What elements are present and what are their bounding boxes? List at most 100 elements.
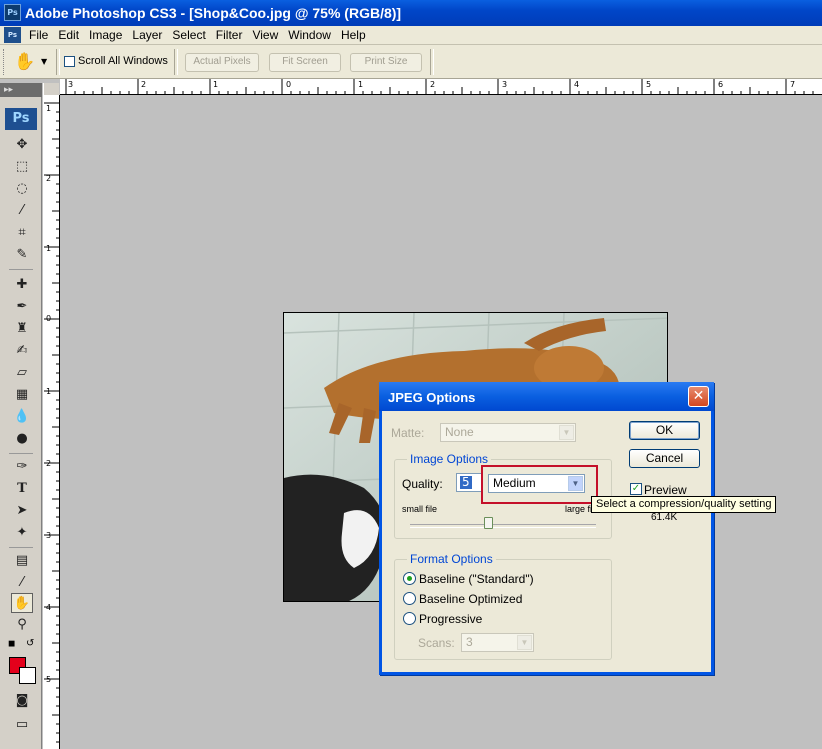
- tool-separator: [9, 547, 33, 548]
- tools-panel: Ps ✥ ⬚ ◌ ⁄ ⌗ ✎ ✚ ✒ ♜ ✍ ▱ ▦ 💧 ● ✑ T ➤ ✦ ▤…: [0, 97, 42, 749]
- eyedropper-tool-icon[interactable]: ⁄: [11, 573, 33, 593]
- close-icon[interactable]: ✕: [688, 386, 709, 407]
- window-titlebar: Ps Adobe Photoshop CS3 - [Shop&Coo.jpg @…: [0, 0, 822, 26]
- ruler-label: 3: [502, 80, 508, 89]
- clone-stamp-tool-icon[interactable]: ♜: [11, 319, 33, 339]
- quick-mask-mode-icon[interactable]: ◙: [11, 691, 33, 711]
- preview-checkbox[interactable]: ✓: [630, 483, 642, 495]
- menu-bar: Ps File Edit Image Layer Select Filter V…: [0, 26, 822, 45]
- annotation-highlight-box: [481, 465, 598, 504]
- vertical-ruler-ticks: [44, 102, 60, 743]
- actual-pixels-button[interactable]: Actual Pixels: [185, 53, 259, 72]
- options-divider: [174, 49, 178, 75]
- image-options-title: Image Options: [407, 452, 492, 466]
- small-file-label: small file: [402, 504, 438, 514]
- crop-tool-icon[interactable]: ⌗: [11, 223, 33, 243]
- pen-tool-icon[interactable]: ✑: [11, 457, 33, 477]
- blur-tool-icon[interactable]: 💧: [11, 407, 33, 427]
- matte-label: Matte:: [391, 426, 425, 440]
- dialog-title[interactable]: JPEG Options: [379, 382, 714, 411]
- tools-panel-header[interactable]: ▸▸: [0, 83, 42, 97]
- quality-input[interactable]: 5: [456, 473, 483, 492]
- ruler-label: 5: [46, 675, 52, 684]
- matte-select-value: None: [445, 425, 474, 439]
- path-selection-tool-icon[interactable]: ➤: [11, 501, 33, 521]
- scroll-all-windows-checkbox[interactable]: [64, 56, 75, 67]
- hand-tool-preset-icon[interactable]: ✋: [14, 53, 35, 71]
- move-tool-icon[interactable]: ✥: [11, 135, 33, 155]
- baseline-optimized-label: Baseline Optimized: [419, 592, 523, 606]
- ruler-label: 7: [790, 80, 796, 89]
- dodge-tool-icon[interactable]: ●: [11, 429, 33, 449]
- ruler-label: 3: [46, 531, 52, 540]
- magic-wand-tool-icon[interactable]: ⁄: [11, 201, 33, 221]
- eraser-tool-icon[interactable]: ▱: [11, 363, 33, 383]
- notes-tool-icon[interactable]: ▤: [11, 551, 33, 571]
- scroll-all-windows-label: Scroll All Windows: [78, 55, 168, 67]
- history-brush-tool-icon[interactable]: ✍: [11, 341, 33, 361]
- ruler-label: 6: [718, 80, 724, 89]
- menu-image[interactable]: Image: [85, 28, 126, 42]
- zoom-tool-icon[interactable]: ⚲: [11, 615, 33, 635]
- menu-layer[interactable]: Layer: [128, 28, 166, 42]
- document-icon[interactable]: Ps: [4, 27, 21, 43]
- marquee-tool-icon[interactable]: ⬚: [11, 157, 33, 177]
- lasso-tool-icon[interactable]: ◌: [11, 179, 33, 199]
- options-bar: ✋ ▼ Scroll All Windows Actual Pixels Fit…: [0, 45, 822, 79]
- menu-edit[interactable]: Edit: [54, 28, 83, 42]
- preview-label: Preview: [644, 483, 687, 497]
- chevron-down-icon[interactable]: ▼: [41, 57, 47, 66]
- menu-view[interactable]: View: [248, 28, 282, 42]
- swap-colors-icon[interactable]: ↺: [26, 638, 34, 649]
- cancel-button[interactable]: Cancel: [629, 449, 700, 468]
- baseline-optimized-radio[interactable]: [403, 592, 416, 605]
- photoshop-logo[interactable]: Ps: [5, 108, 37, 130]
- menu-select[interactable]: Select: [168, 28, 209, 42]
- slice-tool-icon[interactable]: ✎: [11, 245, 33, 265]
- quality-slider-track[interactable]: [410, 524, 596, 528]
- matte-select[interactable]: None ▼: [440, 423, 576, 442]
- ruler-label: 0: [46, 314, 52, 323]
- default-colors-icon[interactable]: ◼: [8, 639, 15, 649]
- quality-input-value: 5: [460, 475, 472, 489]
- screen-mode-icon[interactable]: ▭: [11, 715, 33, 735]
- horizontal-ruler[interactable]: 3 2 1 0 1 2 3 4 5 6 7: [60, 79, 822, 95]
- quality-slider-thumb[interactable]: [484, 517, 493, 529]
- ruler-label: 0: [286, 80, 292, 89]
- background-color-swatch[interactable]: [19, 667, 36, 684]
- ruler-label: 1: [46, 387, 52, 396]
- scans-select[interactable]: 3 ▼: [461, 633, 534, 652]
- ruler-label: 4: [574, 80, 580, 89]
- tool-separator: [9, 453, 33, 454]
- scans-select-value: 3: [466, 635, 473, 649]
- chevron-down-icon: ▼: [559, 425, 574, 440]
- print-size-button[interactable]: Print Size: [350, 53, 422, 72]
- quality-label: Quality:: [402, 477, 443, 491]
- chevron-down-icon: ▼: [517, 635, 532, 650]
- progressive-label: Progressive: [419, 612, 483, 626]
- ruler-label: 2: [430, 80, 436, 89]
- gradient-tool-icon[interactable]: ▦: [11, 385, 33, 405]
- vertical-ruler[interactable]: 1 2 1 0 1 2 3 4 5: [44, 95, 60, 749]
- type-tool-icon[interactable]: T: [11, 479, 33, 499]
- ruler-label: 1: [46, 104, 52, 113]
- custom-shape-tool-icon[interactable]: ✦: [11, 523, 33, 543]
- ruler-label: 2: [141, 80, 147, 89]
- menu-file[interactable]: File: [25, 28, 52, 42]
- menu-window[interactable]: Window: [284, 28, 335, 42]
- brush-tool-icon[interactable]: ✒: [11, 297, 33, 317]
- jpeg-options-dialog: JPEG Options ✕ Matte: None ▼ OK Cancel I…: [379, 382, 714, 675]
- ruler-label: 2: [46, 459, 52, 468]
- ok-button[interactable]: OK: [629, 421, 700, 440]
- options-bar-grip[interactable]: [3, 49, 11, 75]
- healing-brush-tool-icon[interactable]: ✚: [11, 275, 33, 295]
- baseline-standard-radio[interactable]: [403, 572, 416, 585]
- menu-help[interactable]: Help: [337, 28, 370, 42]
- tool-separator: [9, 269, 33, 270]
- ruler-label: 1: [358, 80, 364, 89]
- menu-filter[interactable]: Filter: [212, 28, 247, 42]
- fit-screen-button[interactable]: Fit Screen: [269, 53, 341, 72]
- hand-tool-icon[interactable]: ✋: [11, 593, 33, 613]
- progressive-radio[interactable]: [403, 612, 416, 625]
- format-options-title: Format Options: [407, 552, 496, 566]
